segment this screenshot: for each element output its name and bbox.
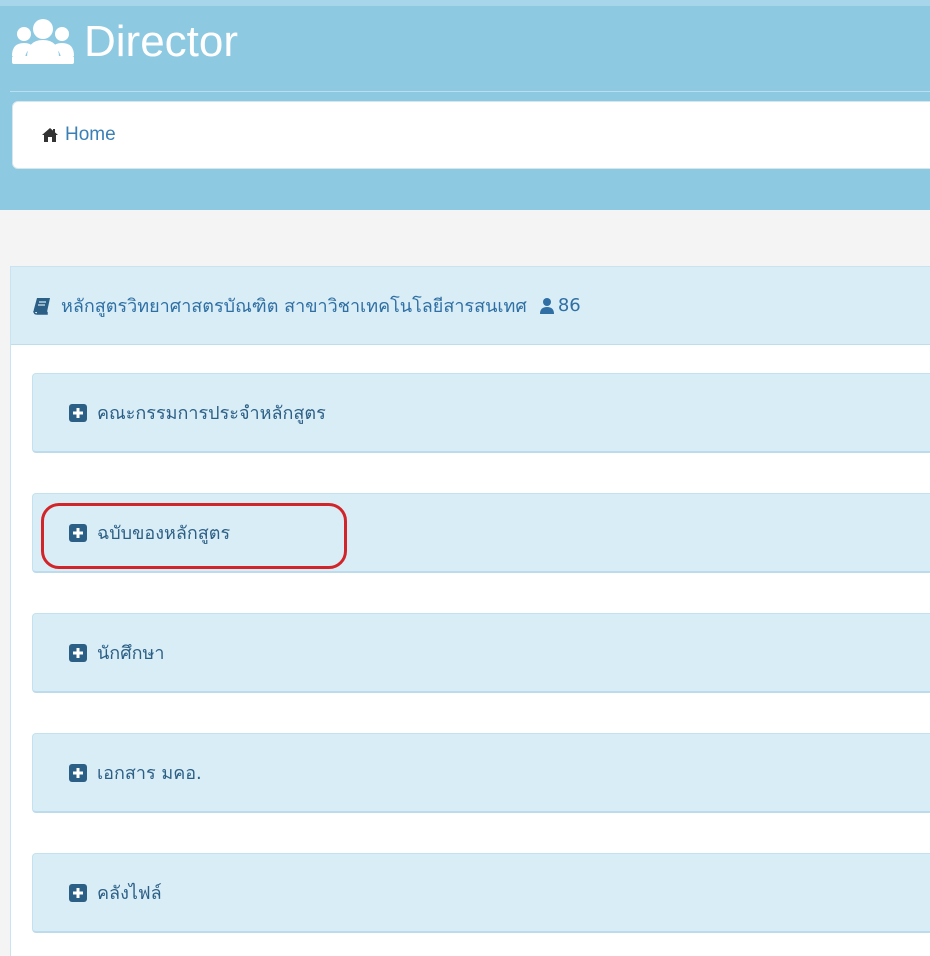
users-icon xyxy=(12,19,74,64)
section-file-repository[interactable]: คลังไฟล์ xyxy=(32,853,930,933)
user-icon xyxy=(539,297,554,314)
section-committee[interactable]: คณะกรรมการประจำหลักสูตร xyxy=(32,373,930,453)
plus-square-icon xyxy=(69,763,87,782)
section-label: คลังไฟล์ xyxy=(97,883,162,904)
book-icon xyxy=(33,297,50,315)
panel-heading: หลักสูตรวิทยาศาสตรบัณฑิต สาขาวิชาเทคโนโล… xyxy=(11,267,930,345)
plus-square-icon xyxy=(69,403,87,422)
section-tqf-documents[interactable]: เอกสาร มคอ. xyxy=(32,733,930,813)
section-label: ฉบับของหลักสูตร xyxy=(97,523,231,544)
breadcrumb: Home xyxy=(12,101,930,169)
app-title: Director xyxy=(12,16,238,68)
plus-square-icon xyxy=(69,883,87,902)
content-background xyxy=(0,210,930,266)
header-topline xyxy=(0,0,930,6)
page-title: Director xyxy=(84,17,239,66)
breadcrumb-home-link[interactable]: Home xyxy=(65,124,116,146)
page: Director Home หลักสูตรวิทยาศาสตรบัณฑิต ส… xyxy=(0,0,930,956)
student-count: 86 xyxy=(557,295,581,316)
section-students[interactable]: นักศึกษา xyxy=(32,613,930,693)
home-icon xyxy=(42,128,58,142)
section-curriculum-version[interactable]: ฉบับของหลักสูตร xyxy=(32,493,930,573)
plus-square-icon xyxy=(69,643,87,662)
program-title: หลักสูตรวิทยาศาสตรบัณฑิต สาขาวิชาเทคโนโล… xyxy=(61,296,527,317)
section-label: เอกสาร มคอ. xyxy=(97,763,202,784)
section-label: นักศึกษา xyxy=(97,643,165,664)
plus-square-icon xyxy=(69,523,87,542)
section-label: คณะกรรมการประจำหลักสูตร xyxy=(97,403,326,424)
header-divider xyxy=(10,91,930,92)
